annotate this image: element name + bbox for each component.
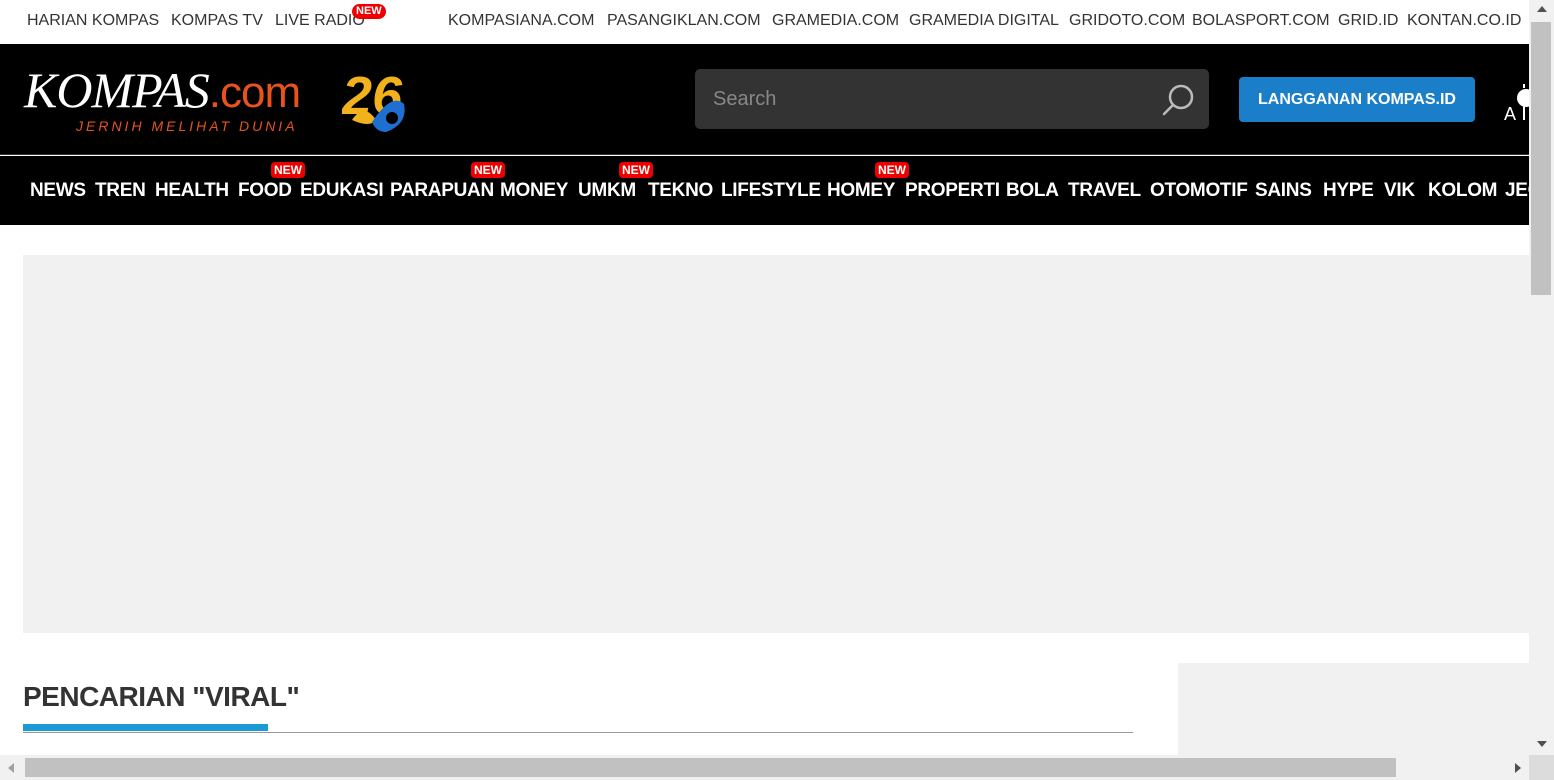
vertical-scroll-thumb[interactable] <box>1531 22 1551 295</box>
subscribe-button[interactable]: LANGGANAN KOMPAS.ID <box>1239 77 1475 122</box>
title-divider <box>23 732 1133 733</box>
live-radio-new-badge: NEW <box>352 4 386 19</box>
scrollbar-corner <box>1529 755 1554 780</box>
nav-item-hype[interactable]: HYPE <box>1323 180 1374 202</box>
link-live-radio[interactable]: LIVE RADIO <box>275 12 365 30</box>
vertical-scrollbar[interactable] <box>1529 0 1554 755</box>
nav-item-food[interactable]: FOOD <box>238 180 292 202</box>
nav-parapuan-new-badge: NEW <box>471 162 505 178</box>
kompas-logo[interactable]: KOMPAS.com JERNIH MELIHAT DUNIA 26 <box>24 62 424 142</box>
link-gramedia[interactable]: GRAMEDIA.COM <box>772 12 899 30</box>
nav-item-tren[interactable]: TREN <box>95 180 146 202</box>
nav-umkm-new-badge: NEW <box>619 162 653 178</box>
nav-food-new-badge: NEW <box>271 162 305 178</box>
nav-item-parapuan[interactable]: PARAPUAN <box>390 180 494 202</box>
nav-item-news[interactable]: NEWS <box>30 180 86 202</box>
search-input[interactable] <box>713 87 1143 111</box>
scroll-down-icon[interactable] <box>1537 741 1547 747</box>
nav-item-otomotif[interactable]: OTOMOTIF <box>1150 180 1248 202</box>
a11y-divider <box>1523 106 1525 120</box>
nav-item-kolom[interactable]: KOLOM <box>1428 180 1498 202</box>
link-pasangiklan[interactable]: PASANGIKLAN.COM <box>607 12 761 30</box>
nav-item-umkm[interactable]: UMKM <box>578 180 636 202</box>
nav-item-homey[interactable]: HOMEY <box>827 180 895 202</box>
nav-item-jeo[interactable]: JEO <box>1505 180 1529 202</box>
link-kontan[interactable]: KONTAN.CO.ID <box>1407 12 1521 30</box>
search-icon[interactable] <box>1161 83 1195 117</box>
nav-item-edukasi[interactable]: EDUKASI <box>300 180 384 202</box>
nav-item-money[interactable]: MONEY <box>500 180 568 202</box>
horizontal-scrollbar[interactable] <box>0 755 1529 780</box>
link-grid[interactable]: GRID.ID <box>1338 12 1398 30</box>
anniversary-26-icon: 26 <box>342 66 405 132</box>
nav-item-health[interactable]: HEALTH <box>155 180 229 202</box>
logo-wordmark: KOMPAS.com <box>24 62 301 118</box>
title-underline <box>23 724 268 731</box>
search-box <box>695 69 1209 129</box>
top-bar: HARIAN KOMPAS KOMPAS TV LIVE RADIO NEW K… <box>0 0 1529 44</box>
nav-homey-new-badge: NEW <box>875 162 909 178</box>
link-kompas-tv[interactable]: KOMPAS TV <box>171 12 263 30</box>
nav-item-lifestyle[interactable]: LIFESTYLE <box>721 180 821 202</box>
nav-item-tekno[interactable]: TEKNO <box>648 180 713 202</box>
nav-item-sains[interactable]: SAINS <box>1255 180 1312 202</box>
link-harian-kompas[interactable]: HARIAN KOMPAS <box>27 12 159 30</box>
scroll-up-icon[interactable] <box>1537 6 1547 12</box>
scroll-left-icon[interactable] <box>8 763 14 773</box>
accessibility-toggle[interactable]: A <box>1504 84 1529 124</box>
page-title: PENCARIAN "VIRAL" <box>23 681 300 712</box>
category-nav: NEWS TREN HEALTH FOOD NEW EDUKASI PARAPU… <box>0 156 1529 225</box>
link-gramedia-digital[interactable]: GRAMEDIA DIGITAL <box>909 12 1059 30</box>
nav-item-bola[interactable]: BOLA <box>1006 180 1059 202</box>
nav-item-vik[interactable]: VIK <box>1384 180 1415 202</box>
horizontal-scroll-thumb[interactable] <box>25 758 1396 777</box>
link-kompasiana[interactable]: KOMPASIANA.COM <box>448 12 594 30</box>
nav-item-travel[interactable]: TRAVEL <box>1068 180 1141 202</box>
ad-placeholder <box>23 255 1529 633</box>
font-size-label: A <box>1504 104 1517 124</box>
nav-item-properti[interactable]: PROPERTI <box>905 180 1000 202</box>
link-bolasport[interactable]: BOLASPORT.COM <box>1192 12 1330 30</box>
page-viewport: HARIAN KOMPAS KOMPAS TV LIVE RADIO NEW K… <box>0 0 1529 755</box>
link-gridoto[interactable]: GRIDOTO.COM <box>1069 12 1185 30</box>
site-header: KOMPAS.com JERNIH MELIHAT DUNIA 26 LANGG… <box>0 44 1529 155</box>
logo-tagline: JERNIH MELIHAT DUNIA <box>76 118 298 134</box>
sidebar-ad-placeholder <box>1178 663 1529 755</box>
scroll-right-icon[interactable] <box>1515 763 1521 773</box>
